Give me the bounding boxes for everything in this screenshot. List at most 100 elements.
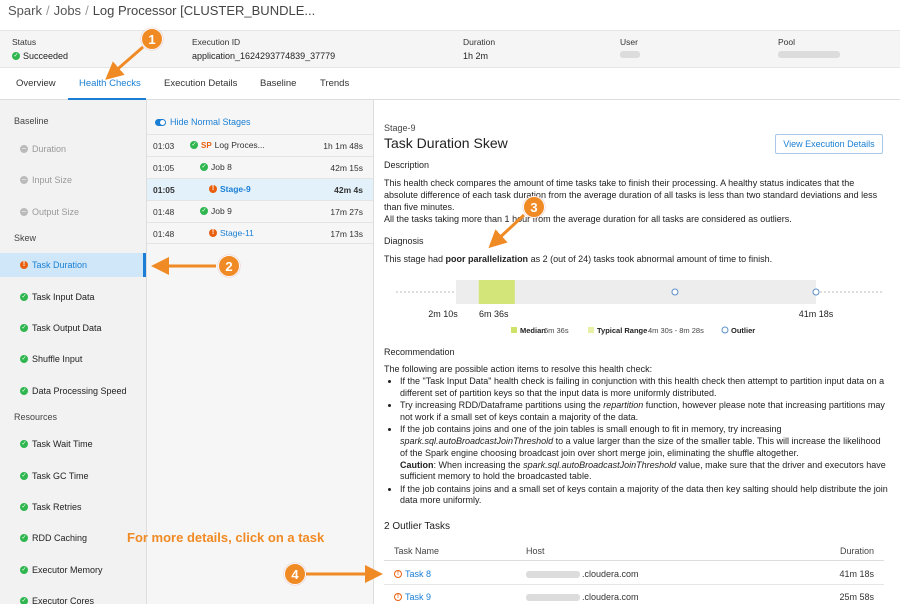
check-circle-icon: ✓ [20, 293, 28, 301]
minus-circle-icon: – [20, 145, 28, 153]
breadcrumb: Spark / Jobs / Log Processor [CLUSTER_BUNDLE… [0, 0, 900, 28]
rec-code: spark.sql.autoBroadcastJoinThreshold [400, 435, 554, 446]
stage-row-selected[interactable]: 01:05 ! Stage-9 42m 4s [147, 178, 373, 200]
redacted-pool [778, 51, 840, 58]
recommendation-item: If the "Task Input Data" health check is… [400, 376, 888, 400]
stage-list-panel: Hide Normal Stages 01:03 ✓ SP Log Proces..… [147, 100, 374, 604]
view-execution-details-button[interactable]: View Execution Details [775, 134, 883, 154]
user-field: User [620, 37, 640, 58]
sidebar-item-label: Task Retries [32, 502, 82, 512]
stage-row[interactable]: 01:05 ✓ Job 8 42m 15s [147, 156, 373, 178]
description-paragraph-outliers: All the tasks taking more than 1 hour fr… [384, 214, 792, 224]
warning-circle-icon: ! [209, 185, 217, 193]
legend-median-label: Median [520, 326, 546, 335]
stage-duration: 17m 13s [330, 229, 363, 239]
legend-typical-swatch [588, 327, 594, 333]
sidebar-item-input-size[interactable]: – Input Size [0, 168, 146, 192]
breadcrumb-jobs[interactable]: Jobs [54, 3, 81, 18]
rec-code: repartition [603, 400, 644, 411]
sidebar-item-label: Task Duration [32, 260, 88, 270]
diagnosis-text: This stage had poor parallelization as 2… [384, 253, 886, 265]
warning-circle-icon: ! [20, 261, 28, 269]
legend-outlier-label: Outlier [731, 326, 755, 335]
status-label: Status [12, 37, 37, 47]
host-domain: .cloudera.com [582, 569, 639, 579]
table-row[interactable]: ! Task 9 .cloudera.com 25m 58s [384, 586, 884, 604]
diagnosis-heading: Diagnosis [384, 236, 424, 246]
execution-id-label: Execution ID [192, 37, 241, 47]
recommendation-item: If the job contains joins and one of the… [400, 424, 888, 483]
tab-trends[interactable]: Trends [320, 78, 349, 89]
stage-name: Stage-9 [220, 184, 251, 194]
pool-field: Pool [778, 37, 840, 58]
check-circle-icon: ✓ [20, 472, 28, 480]
stage-start-time: 01:48 [153, 229, 175, 239]
health-check-detail-panel: Stage-9 Task Duration Skew View Executio… [374, 100, 900, 604]
description-text: This health check compares the amount of… [384, 177, 886, 225]
job-summary-bar: Status ✓ Succeeded Execution ID applicati… [0, 30, 900, 68]
sidebar-item-task-wait-time[interactable]: ✓ Task Wait Time [0, 432, 146, 456]
tab-execution-details[interactable]: Execution Details [164, 78, 237, 89]
rec-caution: Caution [400, 459, 434, 470]
sidebar-group-skew: Skew [14, 233, 37, 243]
sidebar-item-label: Executor Cores [32, 596, 95, 604]
warning-circle-icon: ! [209, 229, 217, 237]
spark-badge: SP [201, 140, 212, 150]
sidebar-item-label: Task Input Data [32, 292, 95, 302]
sidebar-item-label: Shuffle Input [32, 354, 83, 364]
legend-typical-value: 4m 30s - 8m 28s [648, 326, 704, 335]
column-header-duration: Duration [839, 546, 874, 556]
sidebar-item-shuffle-input[interactable]: ✓ Shuffle Input [0, 347, 146, 371]
stage-start-time: 01:03 [153, 141, 175, 151]
check-circle-icon: ✓ [12, 52, 20, 60]
check-circle-icon: ✓ [20, 387, 28, 395]
table-row[interactable]: ! Task 8 .cloudera.com 41m 18s [384, 563, 884, 585]
tab-bar: Overview Health Checks Execution Details… [0, 68, 900, 100]
task-duration: 25m 58s [839, 592, 874, 602]
duration-value: 1h 2m [463, 51, 489, 61]
recommendation-heading: Recommendation [384, 347, 455, 357]
stage-name: Log Proces... [214, 140, 265, 150]
sidebar-item-rdd-caching[interactable]: ✓ RDD Caching [0, 526, 146, 550]
stage-row[interactable]: 01:48 ! Stage-11 17m 13s [147, 222, 373, 244]
breadcrumb-spark[interactable]: Spark [8, 3, 42, 18]
sidebar-item-task-retries[interactable]: ✓ Task Retries [0, 495, 146, 519]
sidebar-item-task-gc-time[interactable]: ✓ Task GC Time [0, 464, 146, 488]
toggle-switch-icon [155, 118, 166, 126]
task-link[interactable]: Task 9 [405, 592, 431, 602]
median-marker [478, 280, 515, 304]
pool-label: Pool [778, 37, 796, 47]
sidebar-item-executor-cores[interactable]: ✓ Executor Cores [0, 589, 146, 604]
redacted-hostname [526, 593, 580, 601]
recommendation-item: Try increasing RDD/Dataframe partitions … [400, 400, 888, 424]
check-circle-icon: ✓ [20, 355, 28, 363]
sidebar-item-task-output-data[interactable]: ✓ Task Output Data [0, 316, 146, 340]
tab-overview[interactable]: Overview [16, 78, 56, 89]
sidebar-item-output-size[interactable]: – Output Size [0, 200, 146, 224]
task-link[interactable]: Task 8 [405, 569, 431, 579]
outlier-point-1 [671, 288, 679, 296]
sidebar-item-duration[interactable]: – Duration [0, 137, 146, 161]
sidebar-item-task-input-data[interactable]: ✓ Task Input Data [0, 285, 146, 309]
stage-name: Job 8 [211, 162, 232, 172]
redacted-user [620, 51, 640, 58]
legend-typical-label: Typical Range [597, 326, 647, 335]
sidebar-item-executor-memory[interactable]: ✓ Executor Memory [0, 558, 146, 582]
sidebar-item-label: Duration [32, 144, 67, 154]
sidebar-item-data-processing-speed[interactable]: ✓ Data Processing Speed [0, 379, 146, 403]
callout-badge-1: 1 [141, 28, 163, 50]
check-circle-icon: ✓ [20, 534, 28, 542]
tab-baseline[interactable]: Baseline [260, 78, 296, 89]
diagnosis-emphasis: poor parallelization [445, 254, 529, 264]
duration-label: Duration [463, 37, 496, 47]
stage-row[interactable]: 01:48 ✓ Job 9 17m 27s [147, 200, 373, 222]
minus-circle-icon: – [20, 208, 28, 216]
tab-health-checks[interactable]: Health Checks [79, 78, 141, 89]
sidebar-item-task-duration[interactable]: ! Task Duration [0, 253, 146, 277]
annotation-hint-text: For more details, click on a task [127, 530, 325, 545]
task-duration-distribution-chart: 2m 10s 6m 36s 41m 18s Median 6m 36s Typi… [396, 280, 884, 335]
user-label: User [620, 37, 638, 47]
stage-row[interactable]: 01:03 ✓ SP Log Proces... 1h 1m 48s [147, 134, 373, 156]
hide-normal-stages-toggle[interactable]: Hide Normal Stages [155, 117, 251, 127]
duration-field: Duration 1h 2m [463, 37, 495, 61]
